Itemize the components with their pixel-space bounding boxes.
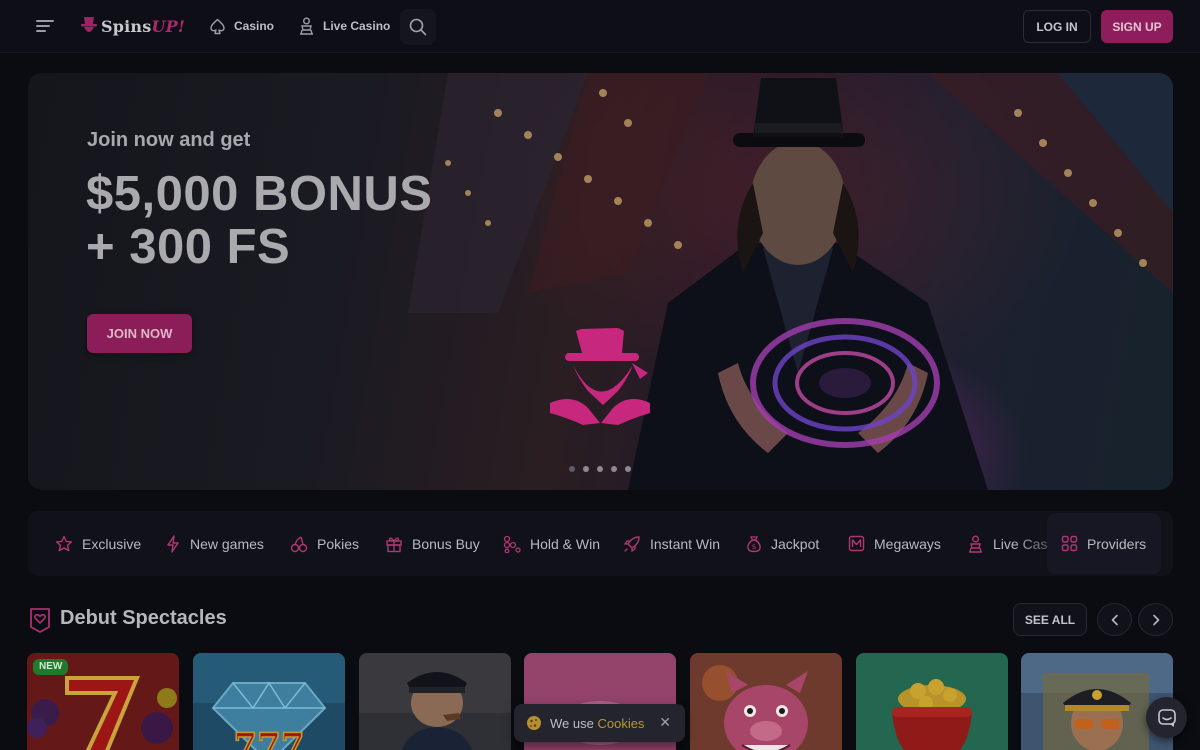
category-label: Hold & Win <box>530 535 601 552</box>
brand-logo[interactable]: SpinsUP! <box>80 12 185 40</box>
hero-banner[interactable]: Join now and get $5,000 BONUS + 300 FS J… <box>28 73 1173 490</box>
login-button[interactable]: LOG IN <box>1023 10 1091 43</box>
carousel-dot[interactable] <box>597 466 603 472</box>
ticket-heart-icon <box>30 608 50 633</box>
category-new-games[interactable]: New games <box>165 511 264 576</box>
category-label: Instant Win <box>650 535 721 552</box>
rocket-icon <box>623 535 640 552</box>
search-button[interactable] <box>400 9 436 45</box>
game-card[interactable]: NEW <box>27 653 179 750</box>
game-thumbnail: 777 <box>193 653 345 750</box>
join-now-button[interactable]: JOIN NOW <box>87 314 192 353</box>
grid-icon <box>1061 535 1078 552</box>
lightning-icon <box>167 534 179 553</box>
category-label: Megaways <box>874 535 941 552</box>
new-badge: NEW <box>33 659 69 675</box>
game-card[interactable] <box>1021 653 1173 750</box>
chat-icon <box>1157 708 1176 727</box>
gift-icon <box>386 536 402 552</box>
hero-title-line1: $5,000 BONUS <box>86 167 433 221</box>
search-icon <box>409 18 427 36</box>
carousel-dot[interactable] <box>583 466 589 472</box>
providers-label: Providers <box>1087 535 1147 552</box>
star-icon <box>55 535 73 551</box>
hero-title: $5,000 BONUS + 300 FS <box>86 168 506 274</box>
game-card[interactable] <box>359 653 511 750</box>
category-instant-win[interactable]: Instant Win <box>623 511 720 576</box>
dealer-icon <box>969 535 982 553</box>
menu-button[interactable] <box>28 10 62 42</box>
chat-button[interactable] <box>1146 697 1187 738</box>
cookie-close-button[interactable]: ✕ <box>659 714 671 731</box>
chevron-left-icon <box>1111 614 1118 625</box>
category-label: New games <box>190 535 264 552</box>
nav-casino[interactable]: Casino <box>209 13 274 39</box>
top-header: SpinsUP! Casino Live Casino LOG IN SIGN … <box>0 0 1200 53</box>
cherries-icon <box>290 535 308 552</box>
dealer-icon <box>300 17 313 35</box>
spade-icon <box>210 18 225 34</box>
money-bag-icon: $ <box>747 535 761 552</box>
logo-mascot-icon <box>81 17 97 32</box>
category-bar: Exclusive New games Pokies Bonus Buy Hol… <box>28 511 1173 576</box>
category-exclusive[interactable]: Exclusive <box>55 511 141 576</box>
category-label: Bonus Buy <box>412 535 480 552</box>
signup-button[interactable]: SIGN UP <box>1101 10 1173 43</box>
cookie-icon <box>527 716 541 730</box>
category-bonus-buy[interactable]: Bonus Buy <box>385 511 480 576</box>
svg-text:$: $ <box>752 543 756 551</box>
hero-title-line2: + 300 FS <box>86 220 291 274</box>
category-jackpot[interactable]: $ Jackpot <box>746 511 819 576</box>
category-label: Exclusive <box>82 535 142 552</box>
hero-subtitle: Join now and get <box>87 129 251 151</box>
category-hold-win[interactable]: Hold & Win <box>503 511 600 576</box>
nav-casino-label: Casino <box>234 19 275 33</box>
logo-text: SpinsUP! <box>101 16 186 36</box>
see-all-button[interactable]: SEE ALL <box>1013 603 1087 636</box>
carousel-dots <box>569 466 631 472</box>
category-label: Jackpot <box>771 535 820 552</box>
category-label: Pokies <box>317 535 360 552</box>
chevron-right-icon <box>1152 614 1159 625</box>
svg-text:777: 777 <box>234 726 305 750</box>
game-card[interactable] <box>856 653 1008 750</box>
carousel-dot[interactable] <box>569 466 575 472</box>
prev-button[interactable] <box>1097 603 1132 636</box>
game-card[interactable]: 777 <box>193 653 345 750</box>
megaways-icon <box>848 535 865 552</box>
category-megaways[interactable]: Megaways <box>848 511 941 576</box>
cookie-text: We use Cookies <box>550 715 645 731</box>
nav-live-casino-label: Live Casino <box>323 19 391 33</box>
game-thumbnail <box>856 653 1008 750</box>
cookie-link[interactable]: Cookies <box>597 716 644 731</box>
game-thumbnail <box>690 653 842 750</box>
game-thumbnail <box>1021 653 1173 750</box>
coins-icon <box>503 535 521 553</box>
nav-live-casino[interactable]: Live Casino <box>298 13 390 39</box>
cookie-banner: We use Cookies ✕ <box>514 704 685 742</box>
carousel-dot[interactable] <box>625 466 631 472</box>
category-pokies[interactable]: Pokies <box>290 511 359 576</box>
game-thumbnail <box>359 653 511 750</box>
carousel-dot[interactable] <box>611 466 617 472</box>
hamburger-icon <box>36 20 54 32</box>
section-title: Debut Spectacles <box>60 607 227 629</box>
providers-button[interactable]: Providers <box>1047 513 1161 574</box>
next-button[interactable] <box>1138 603 1173 636</box>
game-card[interactable] <box>690 653 842 750</box>
